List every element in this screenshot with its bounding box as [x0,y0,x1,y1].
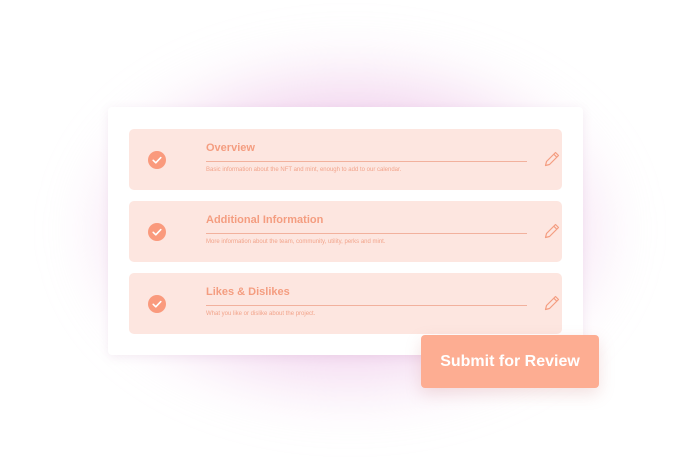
check-circle-icon [148,151,166,169]
section-description: Basic information about the NFT and mint… [206,167,402,173]
check-circle-icon [148,223,166,241]
section-title: Additional Information [206,214,324,226]
pencil-icon[interactable] [542,221,562,241]
pencil-icon[interactable] [542,293,562,313]
section-description: What you like or dislike about the proje… [206,311,316,317]
section-overview[interactable]: Overview Basic information about the NFT… [129,129,562,190]
check-circle-icon [148,295,166,313]
pencil-icon[interactable] [542,149,562,169]
review-card: Overview Basic information about the NFT… [108,107,583,355]
section-title: Overview [206,142,255,154]
section-additional-information[interactable]: Additional Information More information … [129,201,562,262]
section-likes-dislikes[interactable]: Likes & Dislikes What you like or dislik… [129,273,562,334]
section-title: Likes & Dislikes [206,286,290,298]
section-divider [206,161,527,162]
section-divider [206,233,527,234]
section-divider [206,305,527,306]
submit-for-review-button[interactable]: Submit for Review [421,335,599,388]
section-description: More information about the team, communi… [206,239,386,245]
